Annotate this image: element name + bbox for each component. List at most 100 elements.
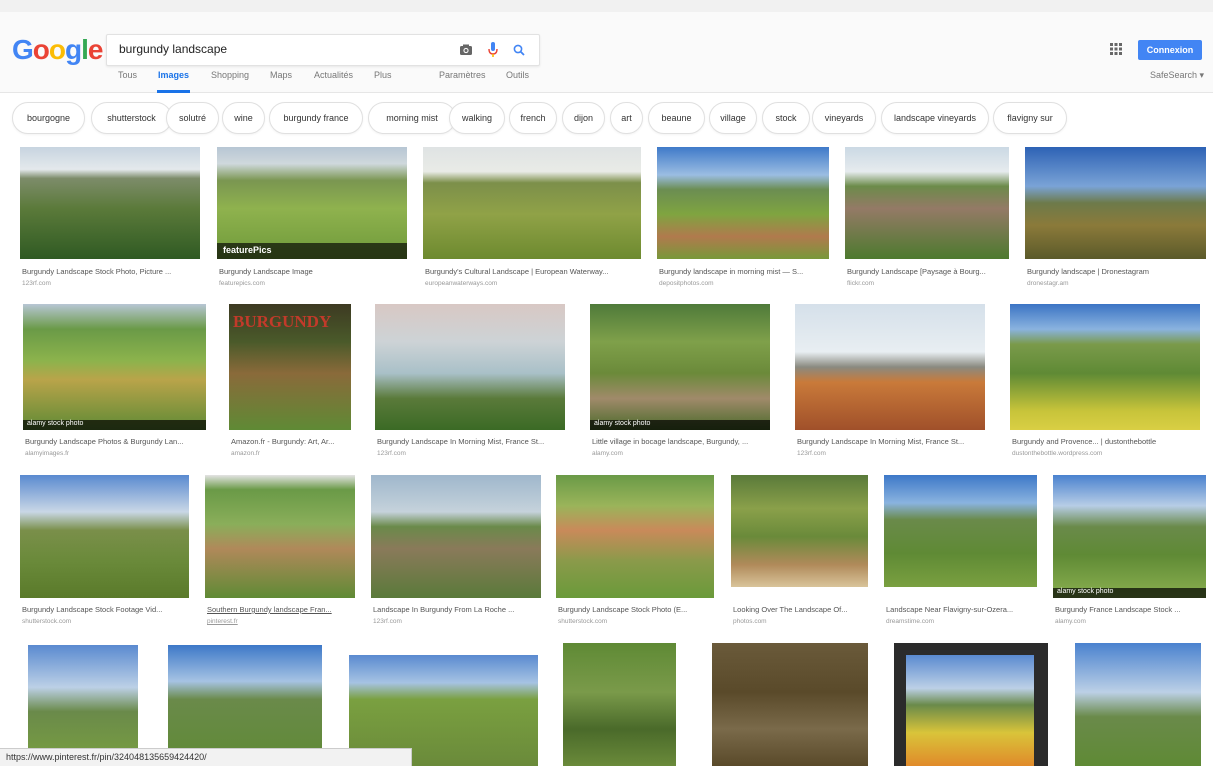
image-thumbnail[interactable] [556, 475, 714, 598]
apps-grid-icon[interactable] [1110, 42, 1126, 58]
image-result[interactable] [563, 643, 676, 766]
image-result[interactable]: Landscape In Burgundy From La Roche ... … [371, 475, 541, 630]
image-result[interactable] [894, 643, 1048, 766]
image-thumbnail[interactable] [375, 304, 565, 430]
image-source: featurepics.com [219, 280, 265, 287]
image-caption[interactable]: Little village in bocage landscape, Burg… [592, 437, 768, 446]
image-result[interactable]: Burgundy landscape in morning mist — S..… [657, 147, 829, 292]
image-thumbnail[interactable] [20, 147, 200, 259]
chip[interactable]: landscape vineyards [881, 102, 989, 134]
chip[interactable]: vineyards [812, 102, 876, 134]
image-caption[interactable]: Burgundy Landscape Stock Photo (E... [558, 605, 712, 614]
search-input[interactable] [117, 41, 441, 57]
image-thumbnail[interactable] [20, 475, 189, 598]
image-result[interactable]: alamy stock photo Little village in boca… [590, 304, 770, 462]
image-result[interactable] [1075, 643, 1201, 766]
image-result[interactable]: Burgundy Landscape In Morning Mist, Fran… [375, 304, 565, 462]
chip[interactable]: art [610, 102, 643, 134]
chip[interactable]: morning mist [368, 102, 456, 134]
image-caption[interactable]: Burgundy Landscape Stock Photo, Picture … [22, 267, 198, 276]
image-result[interactable]: Burgundy's Cultural Landscape | European… [423, 147, 641, 292]
image-result[interactable]: Burgundy landscape | Dronestagram drones… [1025, 147, 1206, 292]
image-result[interactable] [712, 643, 868, 766]
image-thumbnail[interactable] [795, 304, 985, 430]
safesearch-toggle[interactable]: SafeSearch ▾ [1150, 70, 1204, 81]
image-thumbnail[interactable] [657, 147, 829, 259]
watermark-text: alamy stock photo [27, 420, 84, 427]
tab-all[interactable]: Tous [118, 70, 137, 80]
image-result[interactable]: featurePics Burgundy Landscape Image fea… [217, 147, 407, 292]
image-thumbnail[interactable]: featurePics [217, 147, 407, 259]
tab-settings[interactable]: Paramètres [439, 70, 486, 80]
image-caption[interactable]: Burgundy Landscape Stock Footage Vid... [22, 605, 187, 614]
image-caption[interactable]: Burgundy Landscape Image [219, 267, 405, 276]
google-logo[interactable]: Google [12, 34, 103, 66]
chip[interactable]: walking [449, 102, 505, 134]
search-icon[interactable] [510, 41, 528, 59]
image-caption[interactable]: Landscape In Burgundy From La Roche ... [373, 605, 539, 614]
image-thumbnail[interactable] [563, 643, 676, 766]
image-thumbnail[interactable]: alamy stock photo [590, 304, 770, 430]
image-thumbnail[interactable] [1025, 147, 1206, 259]
image-thumbnail[interactable] [423, 147, 641, 259]
image-result[interactable]: Burgundy Landscape Stock Footage Vid... … [20, 475, 189, 630]
chip[interactable]: solutré [166, 102, 219, 134]
image-result[interactable]: Burgundy and Provence... | dustonthebott… [1010, 304, 1200, 462]
chip[interactable]: flavigny sur [993, 102, 1067, 134]
image-result[interactable]: Burgundy Landscape Stock Photo, Picture … [20, 147, 200, 292]
image-caption[interactable]: Looking Over The Landscape Of... [733, 605, 866, 614]
image-caption[interactable]: Burgundy France Landscape Stock ... [1055, 605, 1204, 614]
image-caption[interactable]: Amazon.fr - Burgundy: Art, Ar... [231, 437, 349, 446]
image-result[interactable]: Southern Burgundy landscape Fran... pint… [205, 475, 355, 630]
image-thumbnail[interactable] [712, 643, 868, 766]
image-thumbnail[interactable] [731, 475, 868, 587]
tab-shopping[interactable]: Shopping [211, 70, 249, 80]
image-caption[interactable]: Burgundy Landscape Photos & Burgundy Lan… [25, 437, 204, 446]
image-thumbnail[interactable]: alamy stock photo [23, 304, 206, 430]
image-caption[interactable]: Southern Burgundy landscape Fran... [207, 605, 353, 614]
chip[interactable]: dijon [562, 102, 605, 134]
tab-images[interactable]: Images [158, 70, 189, 80]
chip[interactable]: beaune [648, 102, 705, 134]
image-thumbnail[interactable] [894, 643, 1048, 766]
image-caption[interactable]: Burgundy and Provence... | dustonthebott… [1012, 437, 1198, 446]
image-caption[interactable]: Burgundy landscape | Dronestagram [1027, 267, 1204, 276]
image-caption[interactable]: Burgundy Landscape In Morning Mist, Fran… [797, 437, 983, 446]
image-result[interactable]: Burgundy Landscape Stock Photo (E... shu… [556, 475, 714, 630]
image-thumbnail[interactable] [1010, 304, 1200, 430]
image-thumbnail[interactable] [845, 147, 1009, 259]
image-thumbnail[interactable]: BURGUNDY [229, 304, 351, 430]
chip[interactable]: burgundy france [269, 102, 363, 134]
image-source: dronestagr.am [1027, 280, 1069, 287]
image-result[interactable]: Landscape Near Flavigny-sur-Ozera... dre… [884, 475, 1037, 630]
chip[interactable]: village [709, 102, 757, 134]
image-result[interactable]: BURGUNDY Amazon.fr - Burgundy: Art, Ar..… [229, 304, 351, 462]
image-thumbnail[interactable] [371, 475, 541, 598]
image-caption[interactable]: Burgundy Landscape [Paysage à Bourg... [847, 267, 1007, 276]
chip[interactable]: stock [762, 102, 810, 134]
tab-news[interactable]: Actualités [314, 70, 353, 80]
chip[interactable]: french [509, 102, 557, 134]
image-thumbnail[interactable] [884, 475, 1037, 587]
image-caption[interactable]: Burgundy landscape in morning mist — S..… [659, 267, 827, 276]
chip[interactable]: bourgogne [12, 102, 85, 134]
image-caption[interactable]: Burgundy Landscape In Morning Mist, Fran… [377, 437, 563, 446]
tab-more[interactable]: Plus [374, 70, 392, 80]
tab-tools[interactable]: Outils [506, 70, 529, 80]
microphone-icon[interactable] [484, 41, 502, 59]
chip[interactable]: shutterstock [91, 102, 172, 134]
image-thumbnail[interactable] [205, 475, 355, 598]
chip[interactable]: wine [222, 102, 265, 134]
image-result[interactable]: Burgundy Landscape In Morning Mist, Fran… [795, 304, 985, 462]
image-result[interactable]: alamy stock photo Burgundy France Landsc… [1053, 475, 1206, 630]
image-caption[interactable]: Burgundy's Cultural Landscape | European… [425, 267, 639, 276]
signin-button[interactable]: Connexion [1138, 40, 1202, 60]
camera-icon[interactable] [457, 41, 475, 59]
tab-maps[interactable]: Maps [270, 70, 292, 80]
image-result[interactable]: Burgundy Landscape [Paysage à Bourg... f… [845, 147, 1009, 292]
image-result[interactable]: Looking Over The Landscape Of... photos.… [731, 475, 868, 630]
image-thumbnail[interactable] [1075, 643, 1201, 766]
image-result[interactable]: alamy stock photo Burgundy Landscape Pho… [23, 304, 206, 462]
image-caption[interactable]: Landscape Near Flavigny-sur-Ozera... [886, 605, 1035, 614]
image-thumbnail[interactable]: alamy stock photo [1053, 475, 1206, 598]
